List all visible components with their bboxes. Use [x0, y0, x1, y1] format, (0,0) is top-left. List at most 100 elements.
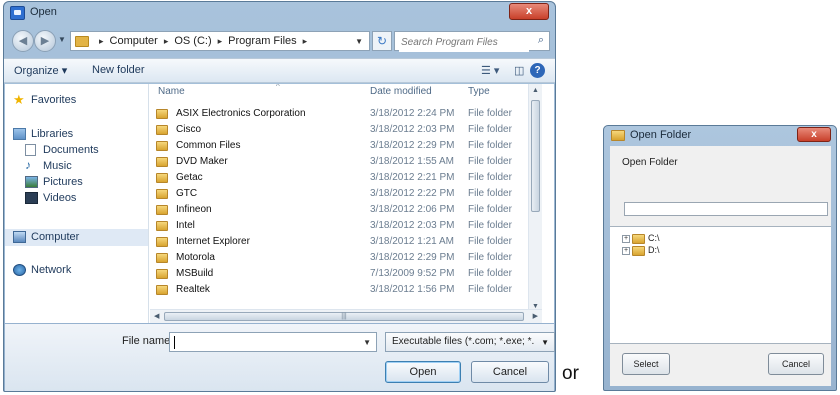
vertical-scrollbar[interactable]: ▲ ▼: [528, 84, 542, 313]
file-type: File folder: [468, 252, 512, 263]
horizontal-scrollbar[interactable]: ◀ ||| ▶: [150, 309, 542, 323]
open-button[interactable]: Open: [385, 361, 461, 383]
window-icon: [10, 6, 25, 20]
address-bar[interactable]: ▸ Computer ▸ OS (C:) ▸ Program Files ▸ ▼: [70, 31, 370, 51]
new-folder-button[interactable]: New folder: [92, 64, 145, 76]
file-date: 3/18/2012 1:21 AM: [370, 236, 454, 247]
file-row[interactable]: MSBuild 7/13/2009 9:52 PM File folder: [150, 267, 542, 282]
breadcrumb-separator: ▸: [302, 36, 308, 46]
breadcrumb-separator: ▸: [163, 36, 169, 46]
search-icon[interactable]: ⌕: [538, 34, 544, 47]
file-date: 3/18/2012 2:21 PM: [370, 172, 455, 183]
scroll-up-icon[interactable]: ▲: [532, 87, 539, 94]
breadcrumb-os-drive[interactable]: OS (C:): [174, 35, 211, 47]
file-name: MSBuild: [176, 268, 214, 279]
file-row[interactable]: GTC 3/18/2012 2:22 PM File folder: [150, 187, 542, 202]
chevron-down-icon[interactable]: ▼: [355, 37, 363, 46]
organize-button[interactable]: Organize ▾: [14, 64, 67, 77]
chevron-down-icon[interactable]: ▼: [363, 338, 371, 347]
navigation-bar: ◀ ▶ ▼ ▸ Computer ▸ OS (C:) ▸ Program Files ▸ ▼…: [4, 26, 555, 56]
chevron-down-icon[interactable]: ▼: [541, 338, 549, 347]
pictures-icon: [25, 176, 38, 188]
folder-icon: [632, 234, 645, 244]
file-name: Intel: [176, 220, 195, 231]
cancel-button[interactable]: Cancel: [471, 361, 549, 383]
file-type: File folder: [468, 188, 512, 199]
file-row[interactable]: DVD Maker 3/18/2012 1:55 AM File folder: [150, 155, 542, 170]
select-button[interactable]: Select: [622, 353, 670, 375]
sidebar-item-label: Documents: [43, 144, 99, 156]
close-button[interactable]: x: [797, 127, 831, 142]
file-type: File folder: [468, 108, 512, 119]
preview-pane-button[interactable]: ◫: [514, 64, 524, 77]
vertical-scroll-thumb[interactable]: [531, 100, 540, 212]
file-list: Name ^ Date modified Type ASIX Electroni…: [150, 84, 542, 313]
file-date: 3/18/2012 2:24 PM: [370, 108, 455, 119]
window-title: Open Folder: [630, 129, 692, 141]
close-button[interactable]: x: [509, 3, 549, 20]
open-folder-dialog: Open Folder x Open Folder + C:\ + D:\ Se…: [603, 125, 837, 391]
file-row[interactable]: Infineon 3/18/2012 2:06 PM File folder: [150, 203, 542, 218]
separator-text: or: [562, 363, 579, 384]
back-button[interactable]: ◀: [12, 30, 34, 52]
window-title: Open: [30, 6, 57, 18]
scroll-right-icon[interactable]: ▶: [533, 312, 538, 320]
sidebar-item-pictures[interactable]: Pictures: [5, 174, 148, 191]
folder-path-input[interactable]: [624, 202, 828, 216]
horizontal-scroll-thumb[interactable]: |||: [164, 312, 524, 321]
file-row[interactable]: Internet Explorer 3/18/2012 1:21 AM File f…: [150, 235, 542, 250]
folder-tree: + C:\ + D:\: [610, 226, 831, 344]
documents-icon: [25, 144, 36, 156]
file-row[interactable]: Realtek 3/18/2012 1:56 PM File folder: [150, 283, 542, 298]
view-options-button[interactable]: ☰ ▾: [481, 64, 499, 77]
file-name: Internet Explorer: [176, 236, 250, 247]
folder-icon: [156, 205, 168, 215]
column-header-type[interactable]: Type: [468, 86, 490, 97]
help-icon[interactable]: ?: [530, 63, 545, 78]
expand-icon[interactable]: +: [622, 247, 630, 255]
file-type-select[interactable]: Executable files (*.com; *.exe; *. ▼: [385, 332, 555, 352]
sidebar-item-label: Favorites: [31, 94, 77, 106]
sidebar-item-videos[interactable]: Videos: [5, 190, 148, 207]
sidebar-item-libraries[interactable]: Libraries: [5, 126, 148, 143]
scroll-left-icon[interactable]: ◀: [154, 312, 159, 320]
browser-area: ★ Favorites Libraries Documents ♪ Music …: [5, 84, 554, 323]
file-row[interactable]: Getac 3/18/2012 2:21 PM File folder: [150, 171, 542, 186]
sidebar-item-music[interactable]: ♪ Music: [5, 158, 148, 175]
file-row[interactable]: Intel 3/18/2012 2:03 PM File folder: [150, 219, 542, 234]
file-name: GTC: [176, 188, 198, 199]
folder-icon: [156, 173, 168, 183]
search-box[interactable]: ⌕: [394, 31, 550, 52]
file-name: Motorola: [176, 252, 215, 263]
file-type: File folder: [468, 268, 512, 279]
sidebar-item-computer[interactable]: Computer: [5, 229, 148, 246]
breadcrumb: ▸ Computer ▸ OS (C:) ▸ Program Files ▸: [93, 35, 313, 47]
file-row[interactable]: Cisco 3/18/2012 2:03 PM File folder: [150, 123, 542, 138]
title-bar[interactable]: Open x: [4, 2, 555, 24]
sidebar-item-favorites[interactable]: ★ Favorites: [5, 92, 148, 109]
sidebar-item-documents[interactable]: Documents: [5, 142, 148, 159]
search-input[interactable]: [399, 33, 529, 52]
folder-icon: [156, 253, 168, 263]
folder-icon: [156, 109, 168, 119]
breadcrumb-computer[interactable]: Computer: [110, 35, 158, 47]
refresh-button[interactable]: ↻: [372, 31, 392, 51]
sidebar-item-label: Music: [43, 160, 72, 172]
file-row[interactable]: ASIX Electronics Corporation 3/18/2012 2:…: [150, 107, 542, 122]
file-name-input[interactable]: ▼: [169, 332, 377, 352]
sidebar-item-label: Computer: [31, 231, 80, 243]
expand-icon[interactable]: +: [622, 235, 630, 243]
column-header-date-modified[interactable]: Date modified: [370, 86, 432, 97]
command-bar: Organize ▾ New folder ☰ ▾ ◫ ?: [4, 58, 555, 83]
navigation-pane: ★ Favorites Libraries Documents ♪ Music …: [5, 84, 149, 323]
breadcrumb-program-files[interactable]: Program Files: [228, 35, 296, 47]
file-row[interactable]: Motorola 3/18/2012 2:29 PM File folder: [150, 251, 542, 266]
music-icon: ♪: [25, 158, 31, 172]
column-header-name[interactable]: Name: [158, 86, 185, 97]
file-row[interactable]: Common Files 3/18/2012 2:29 PM File folder: [150, 139, 542, 154]
recent-locations-dropdown[interactable]: ▼: [58, 35, 66, 44]
cancel-button[interactable]: Cancel: [768, 353, 824, 375]
sidebar-item-network[interactable]: Network: [5, 262, 148, 279]
forward-button[interactable]: ▶: [34, 30, 56, 52]
sidebar-item-label: Network: [31, 264, 72, 276]
